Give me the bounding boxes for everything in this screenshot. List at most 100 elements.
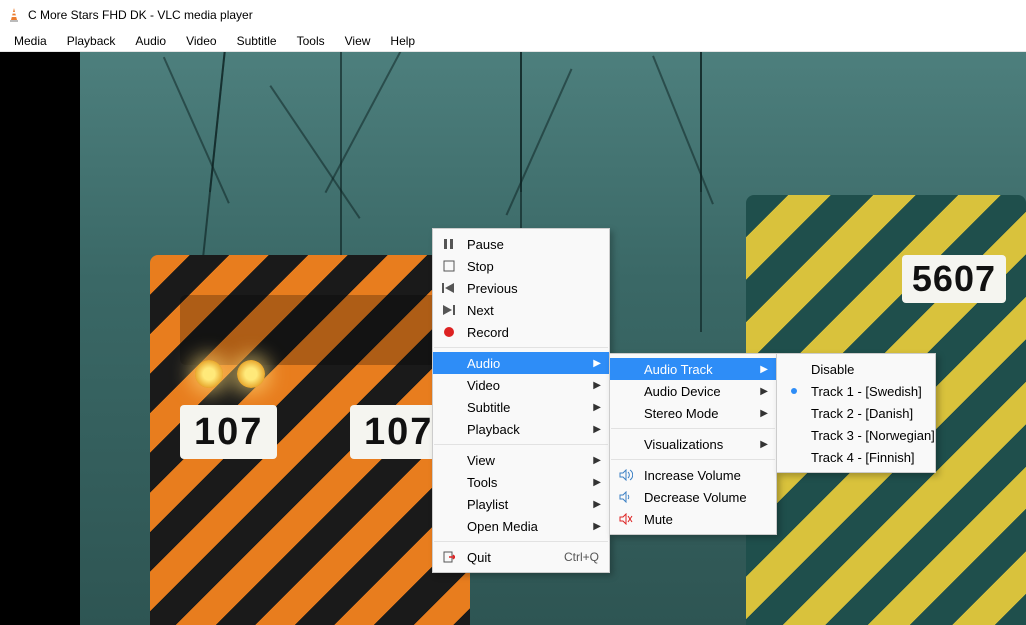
scenery-train-orange: 107 107 [150,255,470,625]
ctx-label: Record [467,325,509,340]
ctx-open-media[interactable]: Open Media ▶ [433,515,609,537]
ctx-label: Video [467,378,500,393]
submenu-arrow-icon: ▶ [760,408,768,419]
menu-help[interactable]: Help [380,32,425,50]
scenery-tree [700,52,702,332]
separator [611,459,775,460]
submenu-arrow-icon: ▶ [593,358,601,369]
increase-volume[interactable]: Increase Volume [610,464,776,486]
ctx-label: Quit [467,550,491,565]
scenery-number-plate: 107 [180,405,277,459]
quit-icon [441,549,457,565]
ctx-tools[interactable]: Tools ▶ [433,471,609,493]
track-disable[interactable]: Disable [777,358,935,380]
ctx-label: Mute [644,512,673,527]
ctx-label: Visualizations [644,437,723,452]
stop-icon [441,258,457,274]
submenu-arrow-icon: ▶ [593,380,601,391]
submenu-arrow-icon: ▶ [593,402,601,413]
ctx-label: Track 4 - [Finnish] [811,450,915,465]
visualizations[interactable]: Visualizations ▶ [610,433,776,455]
window-title: C More Stars FHD DK - VLC media player [28,8,253,22]
ctx-label: Previous [467,281,518,296]
scenery-headlights [195,360,285,390]
context-menu: Pause Stop Previous Next Record Audio ▶ … [432,228,610,573]
ctx-label: Stop [467,259,494,274]
ctx-label: Track 1 - [Swedish] [811,384,922,399]
separator [434,347,608,348]
record-icon [441,324,457,340]
stereo-mode[interactable]: Stereo Mode ▶ [610,402,776,424]
menu-subtitle[interactable]: Subtitle [227,32,287,50]
menu-playback[interactable]: Playback [57,32,126,50]
ctx-label: Playback [467,422,520,437]
menu-audio[interactable]: Audio [125,32,176,50]
track-4-finnish[interactable]: Track 4 - [Finnish] [777,446,935,468]
audio-track-submenu: Disable Track 1 - [Swedish] Track 2 - [D… [776,353,936,473]
ctx-label: Audio [467,356,500,371]
submenu-arrow-icon: ▶ [593,424,601,435]
track-2-danish[interactable]: Track 2 - [Danish] [777,402,935,424]
submenu-arrow-icon: ▶ [593,455,601,466]
ctx-label: Audio Device [644,384,721,399]
ctx-label: Disable [811,362,854,377]
ctx-record[interactable]: Record [433,321,609,343]
ctx-label: Next [467,303,494,318]
ctx-label: Tools [467,475,497,490]
video-letterbox-left [0,52,80,625]
ctx-next[interactable]: Next [433,299,609,321]
ctx-label: Open Media [467,519,538,534]
scenery-number-plate: 5607 [902,255,1006,303]
ctx-subtitle[interactable]: Subtitle ▶ [433,396,609,418]
audio-track[interactable]: Audio Track ▶ [610,358,776,380]
menubar: Media Playback Audio Video Subtitle Tool… [0,30,1026,52]
separator [434,541,608,542]
previous-icon [441,280,457,296]
ctx-label: Audio Track [644,362,713,377]
ctx-view[interactable]: View ▶ [433,449,609,471]
submenu-arrow-icon: ▶ [593,499,601,510]
mute[interactable]: Mute [610,508,776,530]
volume-down-icon [618,489,634,505]
menu-view[interactable]: View [335,32,381,50]
ctx-label: View [467,453,495,468]
ctx-label: Pause [467,237,504,252]
submenu-arrow-icon: ▶ [593,521,601,532]
ctx-label: Track 3 - [Norwegian] [811,428,935,443]
submenu-arrow-icon: ▶ [760,439,768,450]
menu-video[interactable]: Video [176,32,226,50]
decrease-volume[interactable]: Decrease Volume [610,486,776,508]
titlebar: C More Stars FHD DK - VLC media player [0,0,1026,30]
separator [434,444,608,445]
next-icon [441,302,457,318]
mute-icon [618,511,634,527]
ctx-quit[interactable]: Quit Ctrl+Q [433,546,609,568]
submenu-arrow-icon: ▶ [593,477,601,488]
vlc-cone-icon [6,7,22,23]
menu-media[interactable]: Media [4,32,57,50]
ctx-label: Increase Volume [644,468,741,483]
audio-submenu: Audio Track ▶ Audio Device ▶ Stereo Mode… [609,353,777,535]
pause-icon [441,236,457,252]
ctx-playlist[interactable]: Playlist ▶ [433,493,609,515]
track-1-swedish[interactable]: Track 1 - [Swedish] [777,380,935,402]
ctx-pause[interactable]: Pause [433,233,609,255]
audio-device[interactable]: Audio Device ▶ [610,380,776,402]
submenu-arrow-icon: ▶ [760,386,768,397]
ctx-label: Track 2 - [Danish] [811,406,913,421]
ctx-previous[interactable]: Previous [433,277,609,299]
menu-tools[interactable]: Tools [287,32,335,50]
ctx-label: Subtitle [467,400,510,415]
submenu-arrow-icon: ▶ [760,364,768,375]
radio-selected-icon [791,388,797,394]
ctx-label: Playlist [467,497,508,512]
ctx-label: Stereo Mode [644,406,718,421]
ctx-stop[interactable]: Stop [433,255,609,277]
ctx-label: Decrease Volume [644,490,747,505]
ctx-playback[interactable]: Playback ▶ [433,418,609,440]
ctx-shortcut: Ctrl+Q [564,550,599,564]
track-3-norwegian[interactable]: Track 3 - [Norwegian] [777,424,935,446]
ctx-audio[interactable]: Audio ▶ [433,352,609,374]
volume-up-icon [618,467,634,483]
ctx-video[interactable]: Video ▶ [433,374,609,396]
